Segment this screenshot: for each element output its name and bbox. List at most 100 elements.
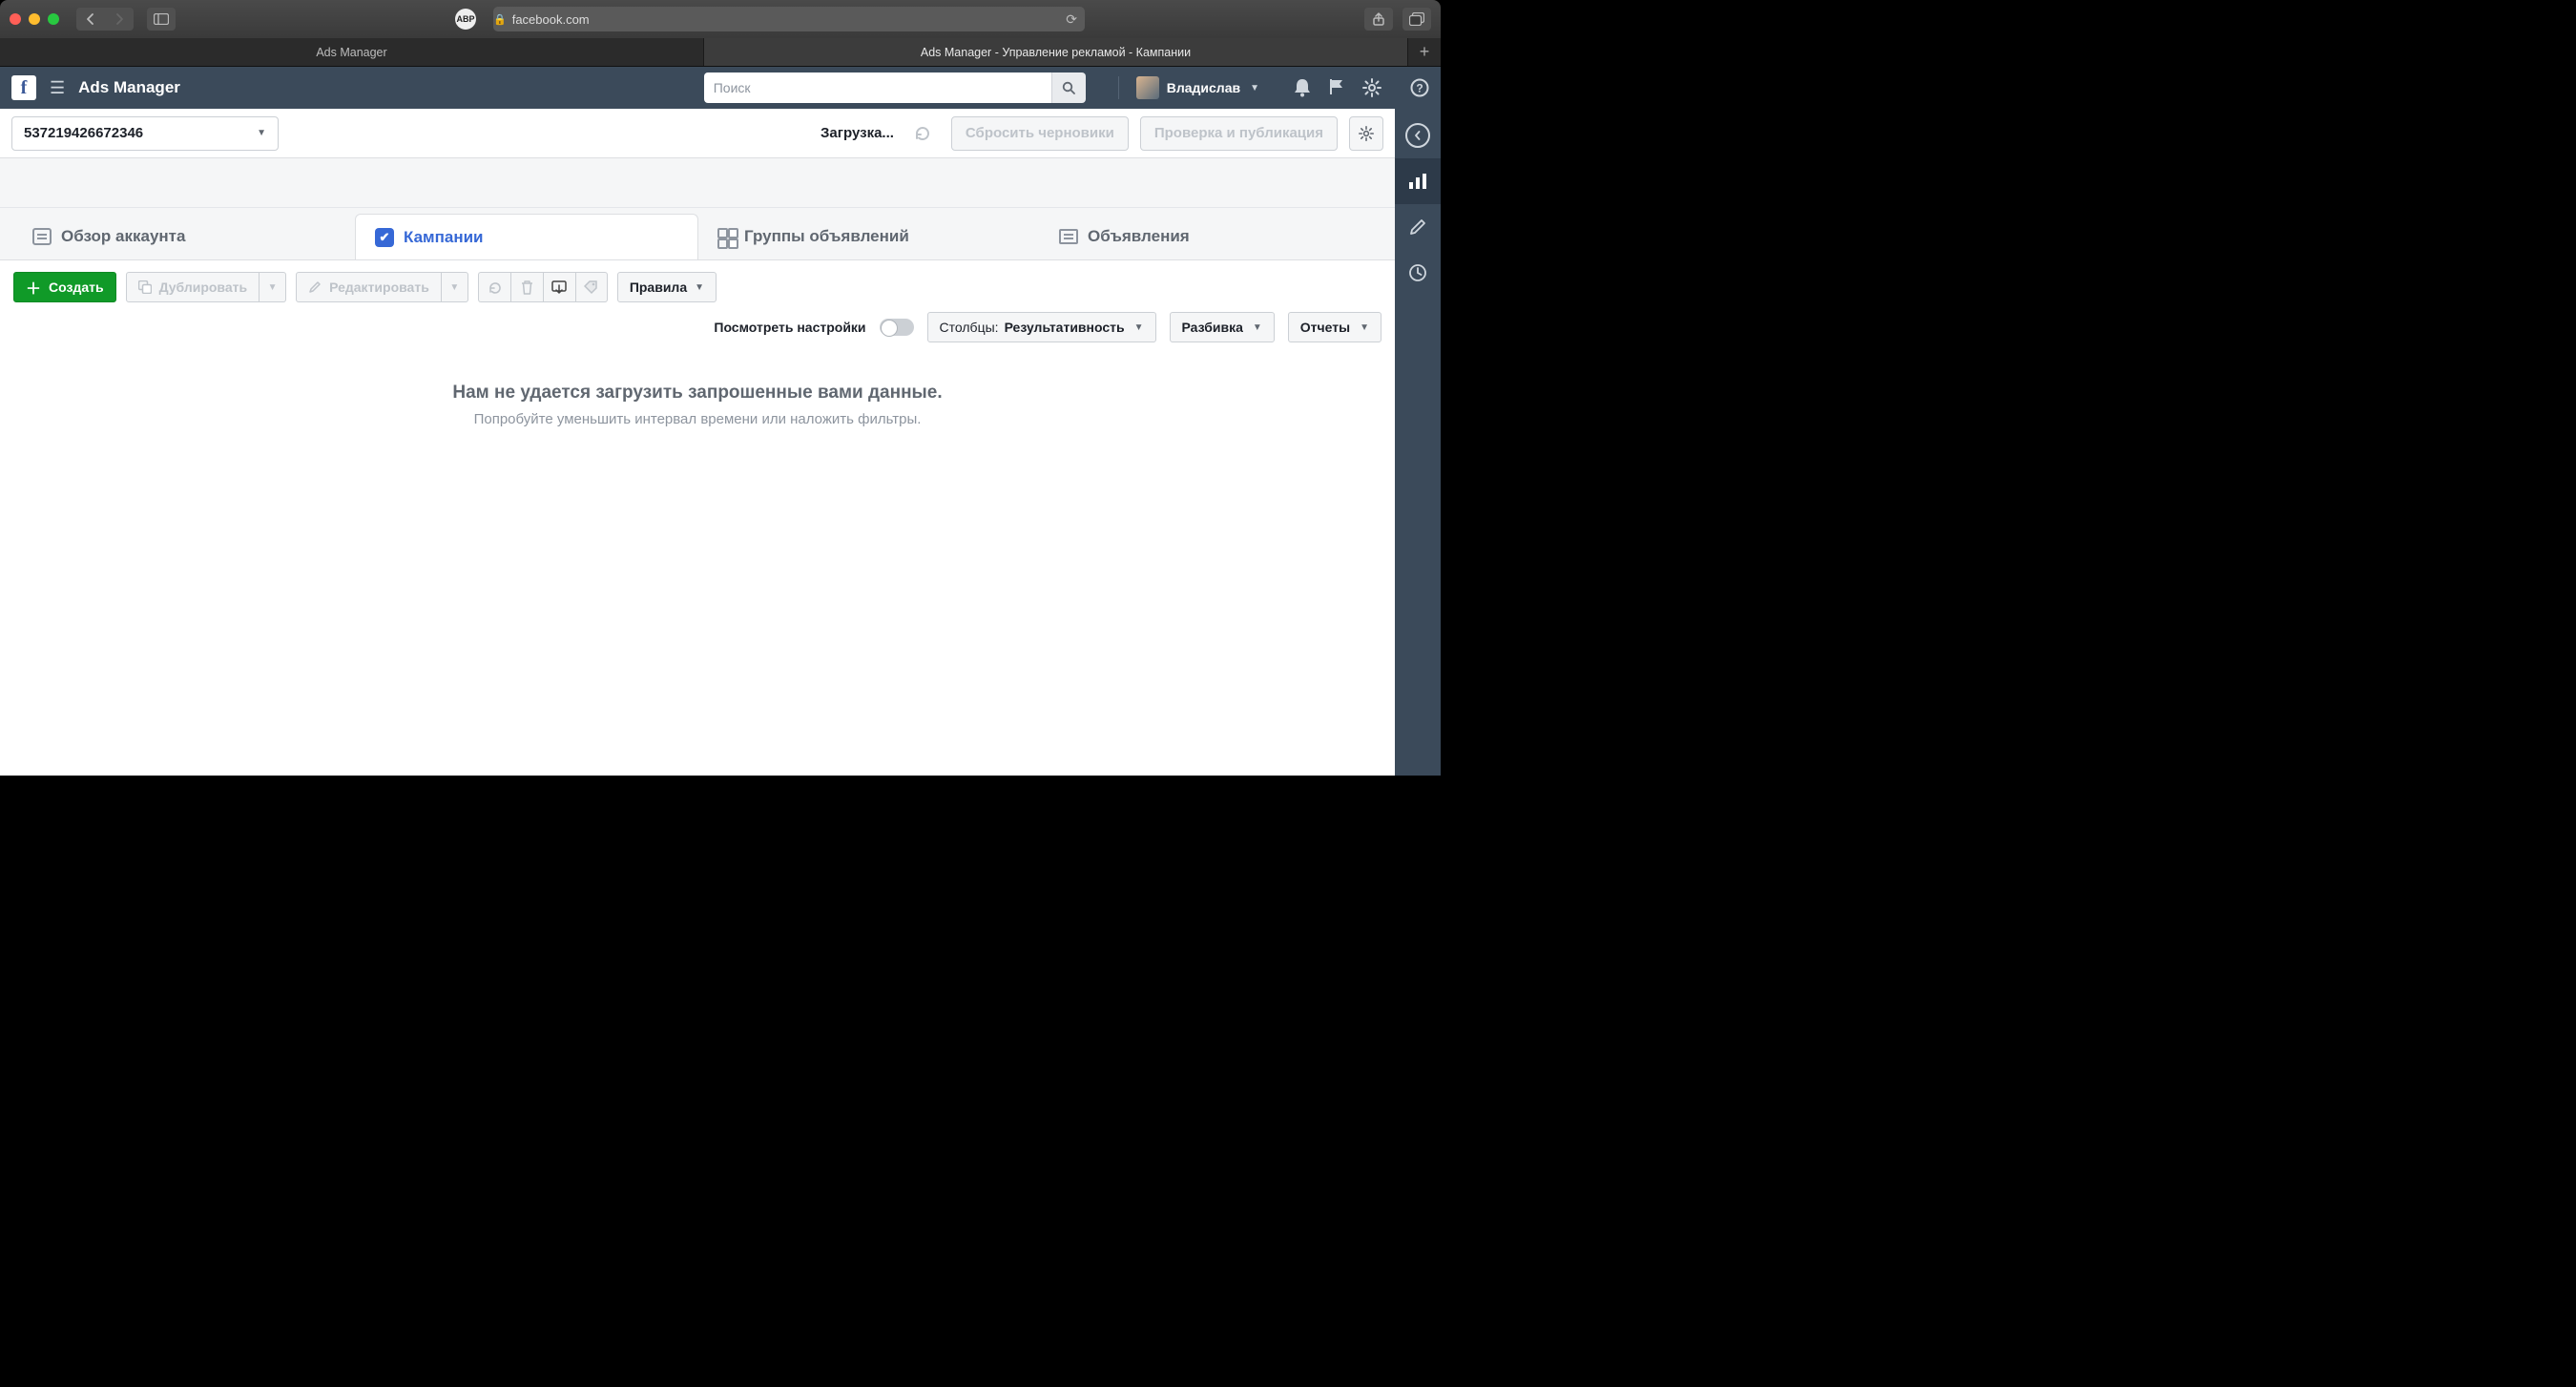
breakdown-selector[interactable]: Разбивка ▼	[1170, 312, 1275, 342]
close-window-button[interactable]	[10, 13, 21, 25]
button-label: Создать	[49, 279, 104, 295]
account-settings-button[interactable]	[1349, 116, 1383, 151]
maximize-window-button[interactable]	[48, 13, 59, 25]
adsets-icon	[717, 228, 735, 245]
rail-edit-button[interactable]	[1395, 204, 1441, 250]
chevron-down-icon: ▼	[1253, 322, 1262, 333]
edit-dropdown[interactable]: ▼	[442, 272, 468, 302]
plus-icon: ＋	[26, 276, 41, 299]
tabs-overview-button[interactable]	[1402, 8, 1431, 31]
abp-icon[interactable]: ABP	[455, 9, 476, 30]
menu-icon[interactable]: ☰	[50, 78, 65, 98]
right-rail	[1395, 109, 1441, 776]
delete-button[interactable]	[510, 272, 543, 302]
help-icon[interactable]: ?	[1410, 78, 1429, 97]
columns-value: Результативность	[1005, 320, 1125, 335]
search-button[interactable]	[1051, 72, 1086, 103]
tab-label: Обзор аккаунта	[61, 227, 185, 246]
empty-state: Нам не удается загрузить запрошенные вам…	[0, 356, 1395, 454]
browser-tab-title: Ads Manager - Управление рекламой - Камп…	[921, 46, 1191, 59]
browser-toolbar: ABP 🔒 facebook.com ⟳	[0, 0, 1441, 38]
facebook-logo[interactable]: f	[11, 75, 36, 100]
reports-selector[interactable]: Отчеты ▼	[1288, 312, 1381, 342]
user-menu[interactable]: Владислав ▼	[1118, 76, 1259, 99]
button-label: Сбросить черновики	[966, 125, 1114, 141]
address-bar[interactable]: 🔒 facebook.com ⟳	[493, 7, 1085, 31]
url-text: facebook.com	[512, 12, 590, 27]
loading-indicator: Загрузка...	[821, 125, 894, 141]
empty-headline: Нам не удается загрузить запрошенные вам…	[19, 383, 1376, 404]
window-controls	[10, 13, 59, 25]
settings-icon[interactable]	[1362, 78, 1381, 97]
browser-tab-title: Ads Manager	[316, 46, 386, 59]
rail-charts-button[interactable]	[1395, 158, 1441, 204]
tab-account-overview[interactable]: Обзор аккаунта	[13, 214, 355, 259]
rules-button[interactable]: Правила ▼	[617, 272, 717, 302]
view-controls: Посмотреть настройки Столбцы: Результати…	[13, 302, 1381, 348]
safari-right-controls	[1364, 8, 1431, 31]
rail-collapse-button[interactable]	[1395, 113, 1441, 158]
tab-label: Кампании	[404, 228, 484, 247]
chevron-down-icon: ▼	[1360, 322, 1369, 333]
create-button[interactable]: ＋ Создать	[13, 272, 116, 302]
action-toolbar: ＋ Создать Дублировать ▼	[13, 272, 1381, 302]
search-input[interactable]	[704, 72, 1051, 103]
sidebar-toggle-button[interactable]	[147, 8, 176, 31]
user-name: Владислав	[1167, 80, 1240, 95]
refresh-button[interactable]	[905, 116, 940, 151]
edit-button[interactable]: Редактировать	[296, 272, 442, 302]
browser-tab-0[interactable]: Ads Manager	[0, 38, 704, 66]
global-search	[704, 72, 1086, 103]
new-tab-button[interactable]: +	[1408, 38, 1441, 66]
discard-drafts-button[interactable]: Сбросить черновики	[951, 116, 1129, 151]
account-id: 537219426672346	[24, 125, 143, 141]
review-publish-button[interactable]: Проверка и публикация	[1140, 116, 1338, 151]
rail-history-button[interactable]	[1395, 250, 1441, 296]
view-settings-toggle[interactable]	[880, 319, 914, 336]
tab-ads[interactable]: Объявления	[1040, 214, 1381, 259]
empty-hint: Попробуйте уменьшить интервал времени ил…	[19, 411, 1376, 427]
svg-text:?: ?	[1416, 82, 1423, 95]
chevron-down-icon: ▼	[695, 282, 704, 293]
button-label: Разбивка	[1182, 320, 1243, 335]
forward-button[interactable]	[105, 8, 134, 31]
tab-campaigns[interactable]: ✔ Кампании	[355, 214, 698, 259]
button-label: Дублировать	[159, 279, 248, 295]
chevron-down-icon: ▼	[257, 128, 266, 138]
share-button[interactable]	[1364, 8, 1393, 31]
export-button[interactable]	[543, 272, 575, 302]
avatar	[1136, 76, 1159, 99]
duplicate-dropdown[interactable]: ▼	[260, 272, 286, 302]
tool-area: ＋ Создать Дублировать ▼	[0, 259, 1395, 356]
reload-icon[interactable]: ⟳	[1066, 11, 1077, 28]
tag-button[interactable]	[575, 272, 608, 302]
overview-icon	[32, 228, 52, 245]
table-area: Нам не удается загрузить запрошенные вам…	[0, 356, 1395, 776]
chevron-left-icon	[1405, 123, 1430, 148]
view-settings-label: Посмотреть настройки	[714, 320, 865, 335]
tab-adsets[interactable]: Группы объявлений	[698, 214, 1040, 259]
revert-button[interactable]	[478, 272, 510, 302]
button-label: Проверка и публикация	[1154, 125, 1323, 141]
secondary-actions	[478, 272, 608, 302]
fb-header: f ☰ Ads Manager Владислав ▼ ?	[0, 67, 1441, 109]
button-label: Правила	[630, 279, 687, 295]
campaigns-icon: ✔	[375, 228, 394, 247]
browser-tab-strip: Ads Manager Ads Manager - Управление рек…	[0, 38, 1441, 67]
minimize-window-button[interactable]	[29, 13, 40, 25]
button-label: Редактировать	[329, 279, 429, 295]
button-label: Отчеты	[1300, 320, 1350, 335]
account-selector[interactable]: 537219426672346 ▼	[11, 116, 279, 151]
duplicate-icon	[138, 280, 152, 294]
flag-icon[interactable]	[1328, 78, 1345, 97]
main-column: 537219426672346 ▼ Загрузка... Сбросить ч…	[0, 109, 1395, 776]
back-button[interactable]	[76, 8, 105, 31]
duplicate-button[interactable]: Дублировать	[126, 272, 260, 302]
browser-tab-1[interactable]: Ads Manager - Управление рекламой - Камп…	[704, 38, 1408, 66]
product-name: Ads Manager	[78, 78, 180, 97]
nav-back-forward	[76, 8, 134, 31]
filter-strip	[0, 158, 1395, 208]
notifications-icon[interactable]	[1294, 78, 1311, 97]
tab-label: Группы объявлений	[744, 227, 909, 246]
columns-selector[interactable]: Столбцы: Результативность ▼	[927, 312, 1156, 342]
